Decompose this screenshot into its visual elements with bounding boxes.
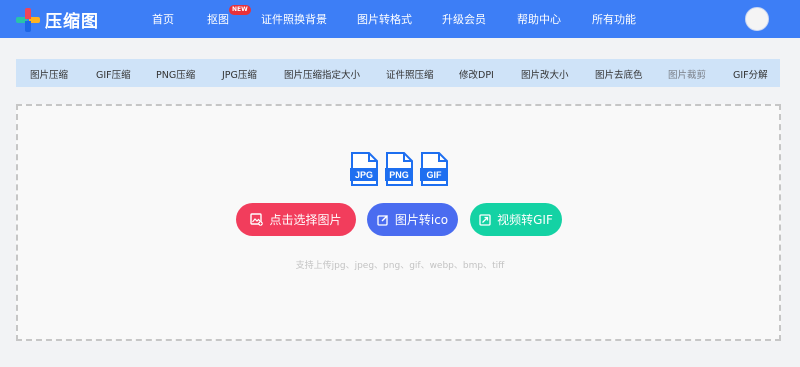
edit-icon <box>377 214 388 226</box>
logo-text: 压缩图 <box>45 12 99 32</box>
tab-crop-image[interactable]: 图片裁剪 <box>668 67 706 81</box>
nav-id-photo-background[interactable]: 证件照换背景 <box>261 11 327 27</box>
nav-upgrade-vip[interactable]: 升级会员 <box>442 11 486 27</box>
tab-resize-image[interactable]: 图片改大小 <box>521 67 569 81</box>
tab-remove-background[interactable]: 图片去底色 <box>595 67 643 81</box>
tab-id-photo-compress[interactable]: 证件照压缩 <box>386 67 434 81</box>
image-add-icon <box>250 213 264 226</box>
tool-tabs: 图片压缩 GIF压缩 PNG压缩 JPG压缩 图片压缩指定大小 证件照压缩 修改… <box>16 59 780 87</box>
png-file-icon: PNG <box>385 152 413 186</box>
nav-help-center[interactable]: 帮助中心 <box>517 11 561 27</box>
select-image-label: 点击选择图片 <box>269 213 342 227</box>
tab-compress-to-size[interactable]: 图片压缩指定大小 <box>284 67 360 81</box>
gif-label: GIF <box>427 170 443 180</box>
select-image-button[interactable]: 点击选择图片 <box>236 203 356 236</box>
new-badge: NEW <box>229 5 251 15</box>
nav-all-features[interactable]: 所有功能 <box>592 11 636 27</box>
video-to-gif-label: 视频转GIF <box>497 213 553 227</box>
gif-file-icon: GIF <box>420 152 448 186</box>
jpg-file-icon: JPG <box>350 152 378 186</box>
tab-gif-split[interactable]: GIF分解 <box>733 67 768 81</box>
logo[interactable]: 压缩图 <box>16 7 99 32</box>
image-to-ico-label: 图片转ico <box>394 213 449 227</box>
tab-jpg-compress[interactable]: JPG压缩 <box>222 67 257 81</box>
nav-matting[interactable]: 抠图 <box>207 11 229 27</box>
supported-formats-hint: 支持上传jpg、jpeg、png、gif、webp、bmp、tiff <box>295 261 505 271</box>
nav-home[interactable]: 首页 <box>152 11 174 27</box>
tab-image-compress[interactable]: 图片压缩 <box>30 67 68 81</box>
top-navbar: 压缩图 首页 抠图 NEW 证件照换背景 图片转格式 升级会员 帮助中心 所有功… <box>0 0 800 38</box>
jpg-label: JPG <box>355 170 373 180</box>
video-convert-icon <box>479 213 491 226</box>
tab-gif-compress[interactable]: GIF压缩 <box>96 67 131 81</box>
tab-png-compress[interactable]: PNG压缩 <box>156 67 195 81</box>
logo-cross-icon <box>16 7 40 32</box>
png-label: PNG <box>389 170 409 180</box>
image-to-ico-button[interactable]: 图片转ico <box>367 203 458 236</box>
avatar[interactable] <box>745 7 769 31</box>
tab-modify-dpi[interactable]: 修改DPI <box>459 67 494 81</box>
nav-image-format[interactable]: 图片转格式 <box>357 11 412 27</box>
video-to-gif-button[interactable]: 视频转GIF <box>470 203 562 236</box>
